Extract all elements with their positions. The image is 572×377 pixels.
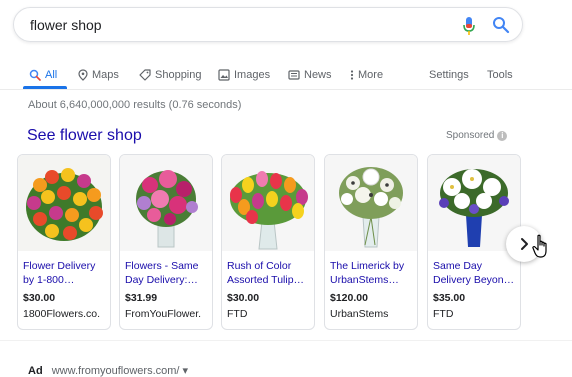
tab-more[interactable]: More bbox=[350, 64, 383, 86]
sponsored-text: Sponsored bbox=[446, 130, 495, 141]
chevron-right-icon bbox=[521, 238, 528, 250]
search-box[interactable] bbox=[13, 7, 523, 42]
search-input[interactable] bbox=[30, 14, 450, 36]
product-card[interactable]: The Limerick by UrbanStems… $120.00 Urba… bbox=[324, 154, 418, 330]
product-price: $120.00 bbox=[330, 292, 368, 304]
product-merchant: 1800Flowers.co. bbox=[23, 308, 101, 320]
news-icon bbox=[288, 70, 300, 80]
product-merchant: FTD bbox=[227, 308, 248, 320]
info-icon[interactable]: i bbox=[497, 130, 508, 141]
tab-label: News bbox=[304, 69, 332, 81]
tab-shopping[interactable]: Shopping bbox=[139, 64, 202, 86]
search-icon bbox=[29, 69, 41, 81]
product-merchant: UrbanStems bbox=[330, 308, 389, 320]
search-tabs: All Maps Shopping Images News More Setti… bbox=[0, 56, 572, 90]
settings-label: Settings bbox=[429, 69, 469, 81]
tab-label: Shopping bbox=[155, 69, 202, 81]
product-card[interactable]: Flowers - Same Day Delivery:… $31.99 Fro… bbox=[119, 154, 213, 330]
tab-news[interactable]: News bbox=[288, 64, 332, 86]
product-image bbox=[120, 155, 212, 251]
ad-result-header[interactable]: Ad www.fromyouflowers.com/ ▾ bbox=[28, 364, 188, 377]
product-title[interactable]: The Limerick by UrbanStems… bbox=[330, 259, 414, 289]
product-price: $35.00 bbox=[433, 292, 466, 304]
search-icon[interactable] bbox=[492, 16, 510, 34]
product-title[interactable]: Rush of Color Assorted Tulip… bbox=[227, 259, 311, 289]
tools-link[interactable]: Tools bbox=[487, 64, 513, 86]
map-pin-icon bbox=[78, 69, 88, 81]
tab-label: Images bbox=[234, 69, 271, 81]
tab-label: Maps bbox=[92, 69, 119, 81]
tabs-divider bbox=[0, 89, 572, 90]
tab-all[interactable]: All bbox=[29, 64, 57, 86]
product-merchant: FromYouFlower. bbox=[125, 308, 202, 320]
product-image bbox=[325, 155, 417, 251]
tab-label: More bbox=[358, 69, 384, 81]
tab-label: All bbox=[45, 69, 58, 81]
tools-label: Tools bbox=[487, 69, 513, 81]
result-stats: About 6,640,000,000 results (0.76 second… bbox=[28, 99, 242, 111]
ad-label: Ad bbox=[28, 365, 43, 377]
product-card[interactable]: Rush of Color Assorted Tulip… $30.00 FTD bbox=[221, 154, 315, 330]
product-price: $30.00 bbox=[227, 292, 260, 304]
product-image bbox=[18, 155, 110, 251]
product-image bbox=[222, 155, 314, 251]
tab-images[interactable]: Images bbox=[218, 64, 270, 86]
microphone-icon[interactable] bbox=[461, 16, 477, 36]
sponsored-label: Sponsored i bbox=[446, 130, 508, 141]
product-title[interactable]: Same Day Delivery Beyon… bbox=[433, 259, 517, 289]
tag-icon bbox=[139, 69, 151, 81]
image-icon bbox=[218, 69, 230, 81]
product-price: $30.00 bbox=[23, 292, 56, 304]
product-card[interactable]: Flower Delivery by 1-800… $30.00 1800Flo… bbox=[17, 154, 111, 330]
more-vert-icon bbox=[350, 70, 354, 80]
shopping-title-link[interactable]: See flower shop bbox=[27, 127, 142, 145]
settings-link[interactable]: Settings bbox=[429, 64, 469, 86]
ad-url[interactable]: www.fromyouflowers.com/ ▾ bbox=[52, 365, 188, 377]
product-price: $31.99 bbox=[125, 292, 158, 304]
hand-cursor-icon bbox=[532, 234, 547, 258]
tab-maps[interactable]: Maps bbox=[78, 64, 119, 86]
section-divider bbox=[0, 340, 572, 341]
product-merchant: FTD bbox=[433, 308, 454, 320]
product-title[interactable]: Flower Delivery by 1-800… bbox=[23, 259, 107, 289]
product-title[interactable]: Flowers - Same Day Delivery:… bbox=[125, 259, 209, 289]
